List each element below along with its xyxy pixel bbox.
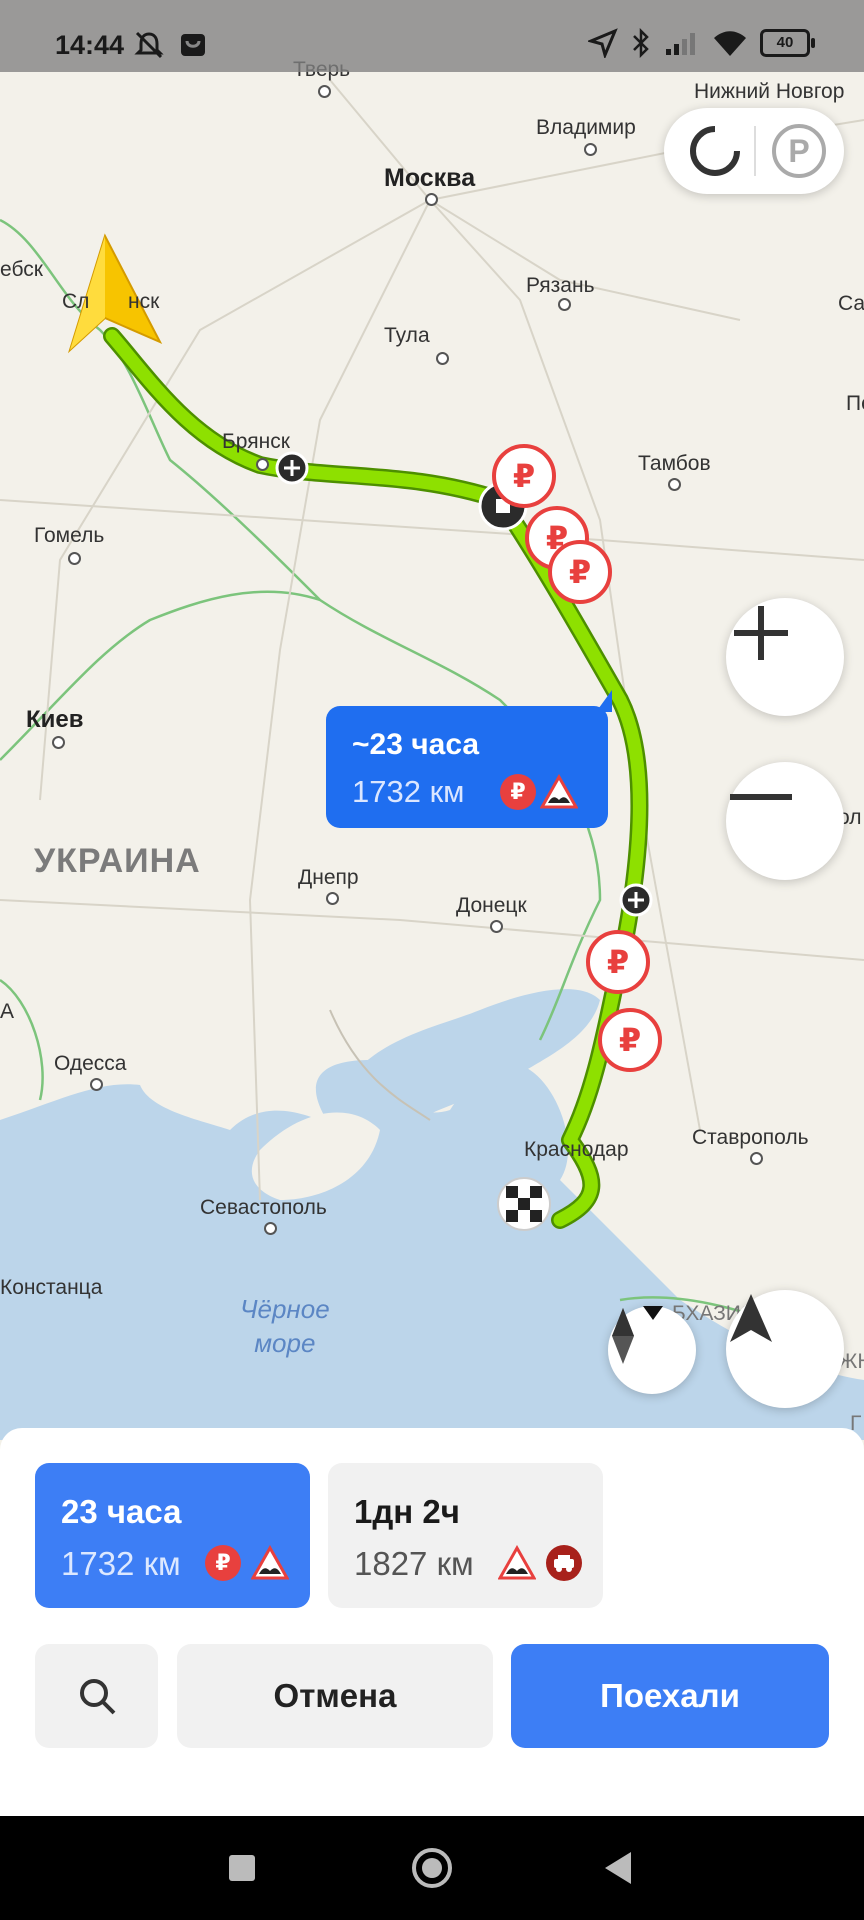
city-label: Гомель	[34, 524, 105, 547]
city-label: Краснодар	[524, 1138, 629, 1161]
toll-marker-icon[interactable]: ₽	[548, 540, 612, 604]
city-label: Владимир	[536, 116, 636, 139]
status-bar: 14:44 40	[0, 0, 864, 72]
city-label: Рязань	[526, 274, 595, 297]
rough-road-icon	[498, 1545, 536, 1580]
north-indicator-icon	[643, 1306, 663, 1320]
alice-assistant-icon[interactable]	[688, 124, 742, 178]
city-label: А	[0, 1000, 15, 1023]
city-label: Сл	[62, 290, 90, 313]
city-dot	[90, 1078, 103, 1091]
city-dot	[668, 478, 681, 491]
city-dot	[425, 193, 438, 206]
waypoint-add-icon[interactable]	[619, 883, 653, 917]
shopping-bag-icon	[181, 34, 205, 56]
city-label: Тамбов	[638, 452, 711, 475]
status-time: 14:44	[55, 30, 125, 60]
back-button[interactable]	[605, 1852, 631, 1884]
waypoint-add-icon[interactable]	[275, 451, 309, 485]
plus-icon	[734, 606, 788, 660]
route-option-card-selected[interactable]: 23 часа 1732 км ₽	[35, 1463, 310, 1608]
search-button[interactable]	[35, 1644, 158, 1748]
border-line	[0, 978, 44, 1101]
border-line	[0, 590, 321, 761]
sea-label: Чёрное море	[240, 1294, 330, 1358]
city-dot	[256, 458, 269, 471]
pill-divider	[754, 126, 756, 176]
location-arrow-icon	[588, 28, 618, 58]
route-distance: 1732 км	[352, 774, 465, 809]
city-label: нск	[128, 290, 160, 313]
route-option-distance: 1732 км	[61, 1545, 181, 1582]
signal-icon	[666, 33, 695, 55]
city-dot	[318, 85, 331, 98]
my-location-button[interactable]	[726, 1290, 844, 1408]
city-dot	[68, 552, 81, 565]
map-layers-pill: P	[664, 108, 844, 194]
city-label: Са	[838, 292, 864, 315]
system-nav-bar	[0, 1816, 864, 1920]
route-option-time: 1дн 2ч	[354, 1493, 460, 1530]
city-label: Констанца	[0, 1276, 103, 1299]
city-dot	[326, 892, 339, 905]
bluetooth-icon	[633, 28, 649, 58]
city-label: Москва	[384, 164, 476, 192]
city-label: Брянск	[222, 430, 290, 453]
city-label: Одесса	[54, 1052, 127, 1075]
route-option-card[interactable]: 1дн 2ч 1827 км	[328, 1463, 603, 1608]
city-dot	[436, 352, 449, 365]
city-dot	[750, 1152, 763, 1165]
home-button[interactable]	[412, 1848, 452, 1888]
recents-button[interactable]	[229, 1855, 255, 1881]
silent-bell-icon	[134, 31, 164, 59]
compass-icon	[612, 1308, 634, 1364]
minus-icon	[730, 794, 792, 800]
finish-flag-icon	[497, 1177, 551, 1231]
city-label: Ставрополь	[692, 1126, 809, 1149]
country-label: УКРАИНА	[34, 842, 201, 880]
route-option-distance: 1827 км	[354, 1545, 474, 1582]
zoom-out-button[interactable]	[726, 762, 844, 880]
city-label: ебск	[0, 258, 43, 281]
route-time: ~23 часа	[352, 728, 480, 761]
city-label: Киев	[26, 706, 84, 733]
toll-marker-icon[interactable]: ₽	[492, 444, 556, 508]
toll-marker-icon[interactable]: ₽	[586, 930, 650, 994]
battery-icon: 40	[760, 29, 815, 57]
city-dot	[490, 920, 503, 933]
zoom-in-button[interactable]	[726, 598, 844, 716]
city-dot	[558, 298, 571, 311]
wifi-icon	[714, 31, 746, 56]
toll-icon: ₽	[500, 774, 536, 810]
route-time-bubble[interactable]: ~23 часа 1732 км ₽	[326, 706, 608, 828]
cancel-button[interactable]: Отмена	[177, 1644, 493, 1748]
navigation-arrow-icon	[730, 1294, 772, 1342]
parking-icon[interactable]: P	[772, 124, 826, 178]
city-label: Днепр	[298, 866, 359, 889]
city-dot	[264, 1222, 277, 1235]
toll-marker-icon[interactable]: ₽	[598, 1008, 662, 1072]
black-sea	[0, 1060, 864, 1440]
route-option-time: 23 часа	[61, 1493, 182, 1530]
city-label: По	[846, 392, 864, 415]
rough-road-icon	[251, 1545, 289, 1580]
city-label: Донецк	[456, 894, 527, 917]
bubble-tail	[596, 690, 612, 712]
go-button[interactable]: Поехали	[511, 1644, 829, 1748]
city-label: Тула	[384, 324, 430, 347]
search-icon	[79, 1679, 115, 1715]
city-label: Нижний Новгор	[694, 80, 845, 103]
city-dot	[584, 143, 597, 156]
city-label: Севастополь	[200, 1196, 327, 1219]
toll-icon: ₽	[205, 1545, 241, 1581]
road-works-icon	[546, 1545, 582, 1581]
city-dot	[52, 736, 65, 749]
map-view[interactable]: ₽ ₽ ₽ ₽ ₽ Тверь Нижний Новгор Владимир М…	[0, 0, 864, 1440]
